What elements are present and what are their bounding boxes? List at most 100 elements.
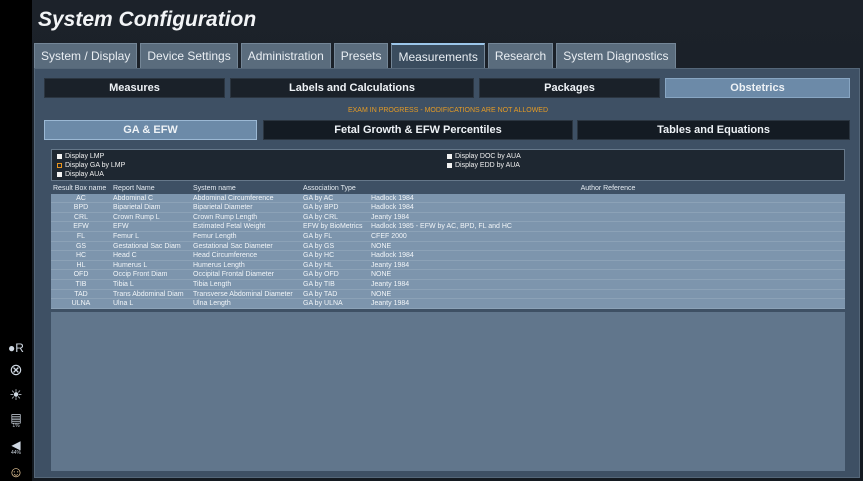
table-row[interactable]: HC Head C Head Circumference GA by HC Hadloc… — [51, 251, 845, 261]
status-sidebar: ●R ⊗ ☀ ▤ 1% ◀ 44% ☺ — [0, 0, 32, 481]
cell-association-type: GA by AC — [303, 194, 334, 202]
table-row[interactable]: CRL Crown Rump L Crown Rump Length GA by CR… — [51, 212, 845, 223]
tab-system-diagnostics[interactable]: System Diagnostics — [556, 43, 676, 68]
tab-measurements[interactable]: Measurements — [391, 43, 485, 68]
cell-author-reference: CFEF 2000 — [371, 232, 407, 240]
main-tab-bar: System / Display Device Settings Adminis… — [34, 43, 676, 68]
obstetrics-tab-bar: GA & EFW Fetal Growth & EFW Percentiles … — [44, 120, 850, 140]
cell-author-reference: Jeanty 1984 — [371, 213, 410, 221]
system-configuration-window: System Configuration System / Display De… — [32, 0, 863, 481]
display-options-box: Display LMP Display GA by LMP Display AU… — [51, 149, 845, 181]
display-aua-label: Display AUA — [65, 171, 104, 178]
touch-icon[interactable]: ☀ — [6, 385, 26, 405]
cell-system-name: Transverse Abdominal Diameter — [193, 290, 293, 298]
ga-efw-table: Result Box name Report Name System name … — [51, 184, 845, 309]
tab-packages[interactable]: Packages — [479, 78, 660, 98]
cell-author-reference: Hadlock 1985 - EFW by AC, BPD, FL and HC — [371, 223, 512, 231]
cell-result-box-name: TIB — [75, 280, 87, 288]
probe-r-icon[interactable]: ●R — [6, 338, 26, 358]
cell-author-reference: NONE — [371, 290, 392, 298]
cell-system-name: Abdominal Circumference — [193, 194, 274, 202]
display-lmp-checkbox[interactable] — [57, 154, 62, 159]
speaker-icon[interactable]: ◀ 44% — [6, 437, 26, 457]
cell-result-box-name: FL — [76, 232, 86, 240]
table-empty-area — [51, 311, 845, 471]
display-ga-by-lmp-option[interactable]: Display GA by LMP — [57, 162, 125, 169]
tab-presets[interactable]: Presets — [333, 43, 389, 68]
cell-result-box-name: ULNA — [71, 300, 91, 308]
measurements-sub-tab-bar: Measures Labels and Calculations Package… — [44, 78, 850, 98]
cell-report-name: Gestational Sac Diam — [113, 242, 181, 250]
table-row[interactable]: HL Humerus L Humerus Length GA by HL Jeanty … — [51, 260, 845, 271]
printer-queue-label: 1% — [12, 422, 20, 429]
tab-labels-and-calculations[interactable]: Labels and Calculations — [230, 78, 474, 98]
column-header-association-type[interactable]: Association Type — [303, 184, 369, 194]
cell-association-type: GA by TIB — [303, 280, 335, 288]
cell-author-reference: NONE — [371, 242, 392, 250]
tab-ga-efw[interactable]: GA & EFW — [44, 120, 257, 140]
table-row[interactable]: OFD Occip Front Diam Occipital Frontal Dia… — [51, 270, 845, 280]
cell-report-name: Femur L — [113, 232, 140, 240]
cell-system-name: Crown Rump Length — [193, 213, 258, 221]
table-row[interactable]: TAD Trans Abdominal Diam Transverse Abdomi… — [51, 289, 845, 300]
cell-author-reference: NONE — [371, 271, 392, 279]
table-row[interactable]: EFW EFW Estimated Fetal Weight EFW by BioMe… — [51, 222, 845, 232]
table-header-row: Result Box name Report Name System name … — [51, 184, 845, 194]
column-header-author-reference[interactable]: Author Reference — [371, 184, 845, 194]
display-lmp-option[interactable]: Display LMP — [57, 153, 104, 160]
cell-association-type: GA by FL — [303, 232, 333, 240]
table-row[interactable]: TIB Tibia L Tibia Length GA by TIB Jeanty 19… — [51, 279, 845, 290]
tab-obstetrics[interactable]: Obstetrics — [665, 78, 850, 98]
tab-measures[interactable]: Measures — [44, 78, 225, 98]
cell-report-name: EFW — [113, 223, 129, 231]
display-aua-option[interactable]: Display AUA — [57, 171, 104, 178]
display-edd-by-aua-option[interactable]: Display EDD by AUA — [447, 162, 520, 169]
cell-report-name: Crown Rump L — [113, 213, 160, 221]
volume-label: 44% — [10, 449, 21, 456]
column-header-system-name[interactable]: System name — [193, 184, 303, 194]
display-ga-by-lmp-checkbox[interactable] — [57, 163, 62, 168]
printer-icon[interactable]: ▤ 1% — [6, 410, 26, 430]
cell-association-type: GA by TAD — [303, 290, 338, 298]
cell-author-reference: Jeanty 1984 — [371, 261, 410, 269]
cell-association-type: GA by HC — [303, 252, 335, 260]
display-doc-by-aua-label: Display DOC by AUA — [455, 153, 521, 160]
cell-system-name: Estimated Fetal Weight — [193, 223, 266, 231]
cell-association-type: GA by OFD — [303, 271, 339, 279]
cell-system-name: Gestational Sac Diameter — [193, 242, 273, 250]
cell-result-box-name: CRL — [73, 213, 88, 221]
cell-result-box-name: AC — [76, 194, 86, 202]
table-row[interactable]: AC Abdominal C Abdominal Circumference GA b… — [51, 193, 845, 204]
cell-result-box-name: EFW — [73, 223, 89, 231]
cell-association-type: EFW by BioMetrics — [303, 223, 363, 231]
table-row[interactable]: FL Femur L Femur Length GA by FL CFEF 2000 — [51, 231, 845, 242]
table-row[interactable]: BPD Biparietal Diam Biparietal Diameter GA … — [51, 203, 845, 213]
cell-result-box-name: TAD — [74, 290, 88, 298]
table-row[interactable]: GS Gestational Sac Diam Gestational Sac Di… — [51, 241, 845, 252]
freeze-icon[interactable]: ⊗ — [6, 360, 26, 380]
cell-author-reference: Hadlock 1984 — [371, 252, 414, 260]
cell-system-name: Occipital Frontal Diameter — [193, 271, 274, 279]
tab-device-settings[interactable]: Device Settings — [140, 43, 238, 68]
cell-report-name: Biparietal Diam — [113, 204, 161, 212]
cell-system-name: Head Circumference — [193, 252, 258, 260]
column-header-result-box-name[interactable]: Result Box name — [53, 184, 113, 194]
tab-fetal-growth-efw-percentiles[interactable]: Fetal Growth & EFW Percentiles — [263, 120, 573, 140]
tab-system-display[interactable]: System / Display — [34, 43, 138, 68]
display-edd-by-aua-checkbox[interactable] — [447, 163, 452, 168]
tab-research[interactable]: Research — [487, 43, 554, 68]
cell-result-box-name: BPD — [73, 204, 89, 212]
cell-report-name: Tibia L — [113, 280, 134, 288]
cell-system-name: Ulna Length — [193, 300, 231, 308]
measurements-panel: Measures Labels and Calculations Package… — [34, 68, 860, 478]
display-aua-checkbox[interactable] — [57, 172, 62, 177]
cell-author-reference: Hadlock 1984 — [371, 194, 414, 202]
user-icon[interactable]: ☺ — [6, 462, 26, 481]
cell-association-type: GA by GS — [303, 242, 335, 250]
column-header-report-name[interactable]: Report Name — [113, 184, 193, 194]
tab-administration[interactable]: Administration — [240, 43, 331, 68]
tab-tables-and-equations[interactable]: Tables and Equations — [577, 120, 850, 140]
display-doc-by-aua-checkbox[interactable] — [447, 154, 452, 159]
table-row[interactable]: ULNA Ulna L Ulna Length GA by ULNA Jeanty 19… — [51, 299, 845, 309]
display-doc-by-aua-option[interactable]: Display DOC by AUA — [447, 153, 521, 160]
